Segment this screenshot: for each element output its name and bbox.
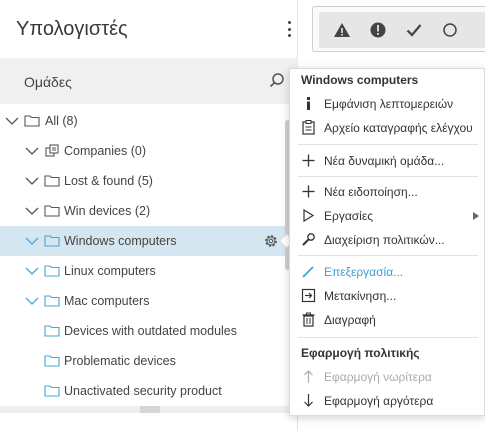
- menu-item-show-details[interactable]: Εμφάνιση λεπτομερειών: [290, 92, 485, 116]
- menu-item-label: Επεξεργασία...: [324, 265, 404, 279]
- folder-icon: [44, 295, 60, 307]
- group-tree: All (8) Companies (0) Lost & found (5) W…: [0, 106, 298, 406]
- menu-item-label: Εμφάνιση λεπτομερειών: [324, 97, 454, 111]
- menu-item-label: Μετακίνηση...: [324, 289, 397, 303]
- menu-item-label: Εφαρμογή νωρίτερα: [324, 370, 432, 384]
- folder-icon: [44, 265, 60, 277]
- gear-icon[interactable]: [263, 233, 279, 249]
- folder-icon: [44, 355, 60, 367]
- menu-item-audit-log[interactable]: Αρχείο καταγραφής ελέγχου: [290, 116, 485, 140]
- computers-panel: Υπολογιστές Ομάδες All (8) Companies (0)…: [0, 0, 298, 430]
- tree-item-linux-computers[interactable]: Linux computers: [0, 256, 298, 286]
- search-icon[interactable]: [268, 72, 286, 90]
- horizontal-scrollbar-thumb[interactable]: [140, 406, 160, 413]
- tree-item-label: Win devices (2): [64, 204, 151, 218]
- chevron-down-icon[interactable]: [25, 174, 39, 188]
- kebab-menu-icon[interactable]: [282, 18, 296, 40]
- menu-separator: [298, 337, 478, 338]
- chevron-down-icon[interactable]: [25, 234, 39, 248]
- submenu-arrow-icon: [473, 212, 479, 220]
- menu-item-label: Νέα δυναμική ομάδα...: [324, 154, 445, 168]
- tree-item-label: Companies (0): [64, 144, 146, 158]
- groups-header: Ομάδες: [0, 58, 298, 104]
- folder-icon: [44, 325, 60, 337]
- companies-icon: [45, 144, 59, 157]
- tree-item-companies[interactable]: Companies (0): [0, 136, 298, 166]
- alert-icon[interactable]: [369, 21, 387, 39]
- arrow-down-icon: [304, 394, 313, 407]
- warning-icon[interactable]: [333, 21, 351, 39]
- audit-log-icon: [302, 120, 315, 135]
- menu-item-label: Διαχείριση πολιτικών...: [324, 233, 445, 247]
- menu-item-tasks[interactable]: Εργασίες: [290, 204, 485, 228]
- trash-icon: [302, 312, 315, 327]
- chevron-down-icon[interactable]: [25, 264, 39, 278]
- plus-icon: [302, 154, 315, 167]
- tree-item-label: Mac computers: [64, 294, 150, 308]
- context-menu: Windows computers Εμφάνιση λεπτομερειών …: [289, 68, 485, 416]
- tree-item-lost-found[interactable]: Lost & found (5): [0, 166, 298, 196]
- menu-item-apply-earlier[interactable]: Εφαρμογή νωρίτερα: [290, 365, 485, 389]
- tree-item-all[interactable]: All (8): [0, 106, 298, 136]
- arrow-up-icon: [304, 370, 313, 383]
- menu-item-apply-later[interactable]: Εφαρμογή αργότερα: [290, 389, 485, 413]
- menu-item-move[interactable]: Μετακίνηση...: [290, 284, 485, 308]
- menu-item-label: Εργασίες: [324, 209, 373, 223]
- tree-item-label: Windows computers: [64, 234, 177, 248]
- tree-item-label: Linux computers: [64, 264, 156, 278]
- menu-item-delete[interactable]: Διαγραφή: [290, 308, 485, 332]
- wrench-icon: [302, 233, 315, 246]
- move-icon: [301, 288, 316, 303]
- chevron-down-icon[interactable]: [25, 144, 39, 158]
- tree-item-label: Unactivated security product: [64, 384, 222, 398]
- tree-item-problematic-devices[interactable]: Problematic devices: [0, 346, 298, 376]
- tree-item-outdated-modules[interactable]: Devices with outdated modules: [0, 316, 298, 346]
- circle-icon[interactable]: [441, 21, 459, 39]
- chevron-down-icon[interactable]: [25, 204, 39, 218]
- tree-item-mac-computers[interactable]: Mac computers: [0, 286, 298, 316]
- info-icon: [307, 97, 310, 110]
- folder-icon: [44, 385, 60, 397]
- check-icon[interactable]: [405, 21, 423, 39]
- menu-heading: Windows computers: [301, 73, 419, 87]
- menu-policy-heading: Εφαρμογή πολιτικής: [301, 346, 420, 360]
- folder-icon: [44, 175, 60, 187]
- folder-icon: [44, 235, 60, 247]
- menu-item-new-dynamic-group[interactable]: Νέα δυναμική ομάδα...: [290, 149, 485, 173]
- tree-item-label: All (8): [45, 114, 78, 128]
- tree-item-label: Devices with outdated modules: [64, 324, 238, 338]
- folder-icon: [24, 115, 40, 127]
- menu-item-manage-policies[interactable]: Διαχείριση πολιτικών...: [290, 228, 485, 252]
- tree-item-windows-computers[interactable]: Windows computers: [0, 226, 298, 256]
- tree-item-label: Problematic devices: [64, 354, 176, 368]
- folder-icon: [44, 205, 60, 217]
- groups-label: Ομάδες: [24, 74, 72, 90]
- menu-item-edit[interactable]: Επεξεργασία...: [290, 260, 485, 284]
- menu-item-label: Νέα ειδοποίηση...: [324, 185, 418, 199]
- menu-item-label: Αρχείο καταγραφής ελέγχου: [324, 121, 473, 135]
- play-icon: [303, 208, 315, 223]
- chevron-down-icon[interactable]: [25, 294, 39, 308]
- tree-item-label: Lost & found (5): [64, 174, 153, 188]
- menu-separator: [298, 176, 478, 177]
- menu-separator: [298, 255, 478, 256]
- menu-item-new-notification[interactable]: Νέα ειδοποίηση...: [290, 180, 485, 204]
- page-title: Υπολογιστές: [16, 18, 128, 40]
- tree-item-unactivated-security[interactable]: Unactivated security product: [0, 376, 298, 406]
- chevron-down-icon[interactable]: [5, 114, 19, 128]
- tree-item-win-devices[interactable]: Win devices (2): [0, 196, 298, 226]
- menu-item-label: Εφαρμογή αργότερα: [324, 394, 434, 408]
- plus-icon: [302, 185, 315, 198]
- status-filter-group: [312, 6, 485, 52]
- status-filter-bar: [319, 12, 485, 48]
- pencil-icon: [302, 266, 314, 278]
- menu-separator: [298, 144, 478, 145]
- menu-item-label: Διαγραφή: [324, 313, 376, 327]
